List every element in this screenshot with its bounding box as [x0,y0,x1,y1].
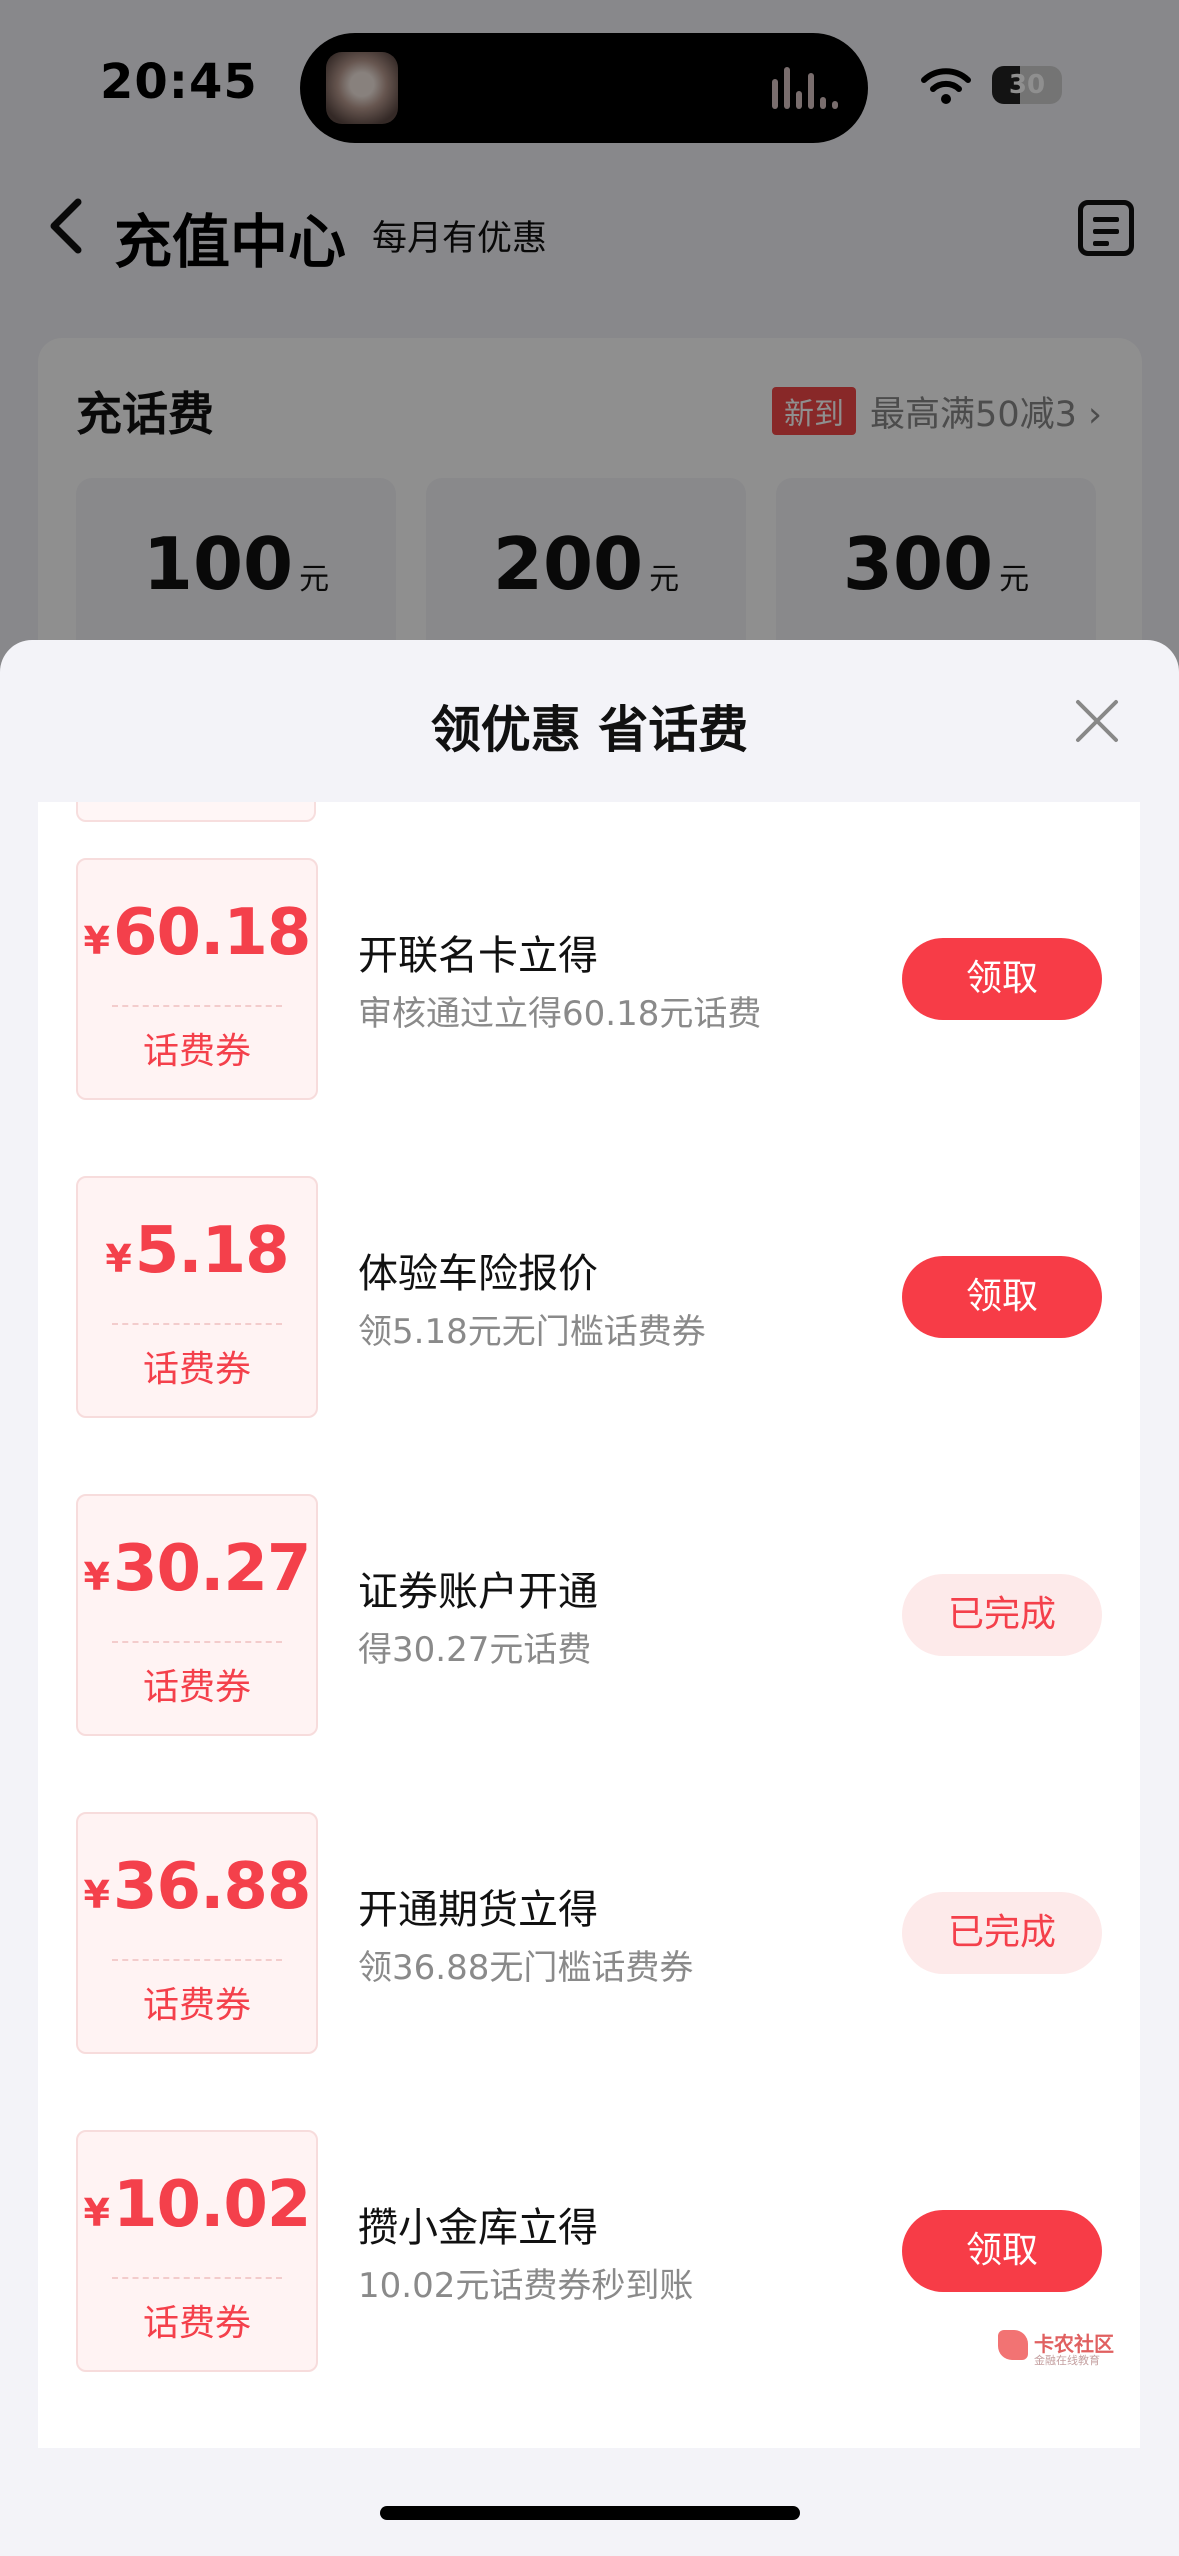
yen-symbol: ¥ [83,1555,110,1599]
coupon-card: ¥30.27 话费券 [76,1494,318,1736]
completed-button[interactable]: 已完成 [902,1892,1102,1974]
offer-row: ¥5.18 话费券 体验车险报价 领5.18元无门槛话费券 领取 [38,1176,1140,1418]
yen-symbol: ¥ [83,919,110,963]
coupon-partial [76,802,316,822]
coupon-amount: 60.18 [113,896,311,970]
coupon-card: ¥10.02 话费券 [76,2130,318,2372]
offer-desc: 审核通过立得60.18元话费 [358,994,762,1034]
coupon-amount: 5.18 [134,1214,290,1288]
watermark-sub: 金融在线教育 [1034,2354,1100,2367]
coupon-label: 话费券 [142,1667,251,1708]
coupon-card: ¥60.18 话费券 [76,858,318,1100]
coupon-card: ¥5.18 话费券 [76,1176,318,1418]
coupon-amount: 30.27 [113,1532,311,1606]
coupon-sheet: 领优惠 省话费 ¥60.18 话费券 开联名卡立得 审核通过立得60.18元话费… [0,640,1179,2556]
coupon-label: 话费券 [142,1349,251,1390]
close-icon[interactable] [1074,698,1120,744]
coupon-label: 话费券 [142,1985,251,2026]
watermark: 卡农社区 金融在线教育 [998,2328,1158,2372]
coupon-card: ¥36.88 话费券 [76,1812,318,2054]
yen-symbol: ¥ [105,1237,131,1281]
coupon-divider [112,1323,282,1325]
coupon-divider [112,1959,282,1961]
coupon-label: 话费券 [142,1031,251,1072]
offer-row: ¥10.02 话费券 攒小金库立得 10.02元话费券秒到账 领取 [38,2130,1140,2372]
offer-row: ¥60.18 话费券 开联名卡立得 审核通过立得60.18元话费 领取 [38,858,1140,1100]
offer-row: ¥36.88 话费券 开通期货立得 领36.88无门槛话费券 已完成 [38,1812,1140,2054]
kanong-logo-icon [998,2330,1028,2360]
offer-list[interactable]: ¥60.18 话费券 开联名卡立得 审核通过立得60.18元话费 领取 ¥5.1… [38,802,1140,2448]
claim-button[interactable]: 领取 [902,938,1102,1020]
coupon-amount: 10.02 [113,2168,311,2242]
offer-row: ¥30.27 话费券 证券账户开通 得30.27元话费 已完成 [38,1494,1140,1736]
offer-title: 开联名卡立得 [358,933,598,979]
completed-button[interactable]: 已完成 [902,1574,1102,1656]
coupon-divider [112,2277,282,2279]
offer-desc: 得30.27元话费 [358,1630,592,1670]
offer-title: 攒小金库立得 [358,2205,598,2251]
claim-button[interactable]: 领取 [902,2210,1102,2292]
yen-symbol: ¥ [83,1873,110,1917]
coupon-divider [112,1641,282,1643]
sheet-title: 领优惠 省话费 [430,701,749,759]
home-indicator[interactable] [380,2506,800,2520]
coupon-amount: 36.88 [113,1850,311,1924]
claim-button[interactable]: 领取 [902,1256,1102,1338]
offer-title: 证券账户开通 [358,1569,598,1615]
coupon-divider [112,1005,282,1007]
offer-title: 开通期货立得 [358,1887,598,1933]
coupon-label: 话费券 [142,2303,251,2344]
offer-desc: 领5.18元无门槛话费券 [358,1312,706,1352]
offer-desc: 10.02元话费券秒到账 [358,2266,694,2306]
yen-symbol: ¥ [83,2191,110,2235]
offer-title: 体验车险报价 [358,1251,598,1297]
offer-desc: 领36.88无门槛话费券 [358,1948,694,1988]
